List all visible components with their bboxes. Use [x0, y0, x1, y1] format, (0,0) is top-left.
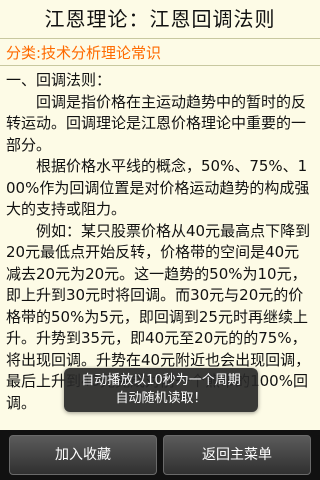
toast-line-2: 自动随机读取！ — [115, 391, 207, 406]
toast-line-1: 自动播放以10秒为一个周期 — [81, 373, 241, 388]
article-paragraph-1: 回调是指价格在主运动趋势中的暂时的反转运动。回调理论是江恩价格理论中重要的一部分… — [6, 92, 307, 154]
app-root: 江恩理论：江恩回调法则 分类:技术分析理论常识 一、回调法则： 回调是指价格在主… — [0, 0, 320, 480]
article-paragraph-2: 根据价格水平线的概念，50%、75%、100%作为回调位置是对价格运动趋势的构成… — [6, 157, 310, 218]
category-label: 分类:技术分析理论常识 — [6, 44, 162, 62]
page-title: 江恩理论：江恩回调法则 — [44, 7, 276, 31]
title-divider — [0, 38, 320, 39]
bottom-toolbar: 加入收藏 返回主菜单 — [0, 430, 320, 480]
section-heading: 一、回调法则： — [6, 71, 112, 89]
category-divider — [0, 65, 320, 66]
add-favorite-button[interactable]: 加入收藏 — [9, 435, 157, 475]
autoplay-toast: 自动播放以10秒为一个周期 自动随机读取！ — [64, 368, 258, 412]
back-to-main-menu-button[interactable]: 返回主菜单 — [163, 435, 311, 475]
